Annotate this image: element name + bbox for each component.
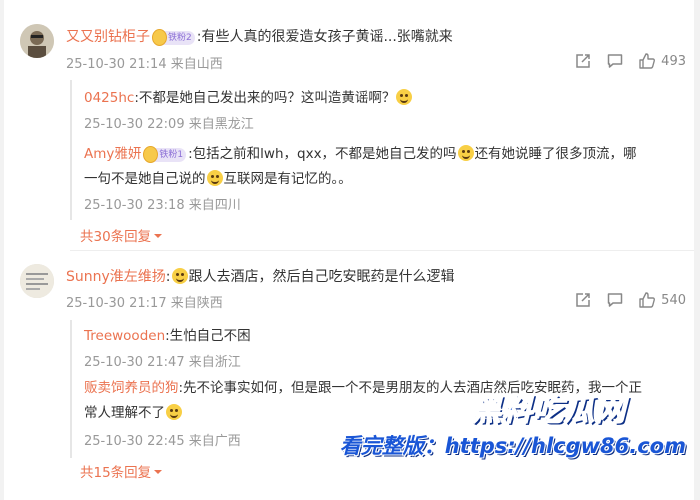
like-button[interactable]: 540 xyxy=(638,291,686,309)
reply-author[interactable]: Treewooden xyxy=(84,328,165,344)
comment-meta: 25-10-30 21:17 来自陕西 xyxy=(66,296,223,311)
laugh-cry-emoji-icon xyxy=(166,404,182,420)
like-button[interactable]: 493 xyxy=(638,52,686,70)
reply-text-line2: 常人理解不了 xyxy=(84,405,165,421)
comment-text: :有些人真的很爱造女孩子黄谣...张嘴就来 xyxy=(196,29,453,45)
comment-button[interactable] xyxy=(606,52,624,70)
avatar[interactable] xyxy=(20,24,54,58)
view-replies-link[interactable]: 共15条回复 xyxy=(80,461,163,481)
reply-text: :生怕自己不困 xyxy=(165,328,251,344)
share-button[interactable] xyxy=(574,52,592,70)
watermark-url: 看完整版：https://hlcgw86.com xyxy=(339,434,686,458)
reply-meta: 25-10-30 23:18 来自四川 xyxy=(84,198,241,213)
reply-1: Treewooden:生怕自己不困 25-10-30 21:47 来自浙江 xyxy=(84,324,684,370)
cat-emoji-icon xyxy=(171,268,188,284)
reply-text-cont: 还有她说睡了很多顶流，哪 xyxy=(474,146,637,162)
comment-list: 又又别钻柜子 铁粉2:有些人真的很爱造女孩子黄谣...张嘴就来 25-10-30 … xyxy=(4,0,694,500)
reply-text-line2: 一句不是她自己说的 xyxy=(84,171,206,187)
view-replies-label: 共30条回复 xyxy=(80,229,152,245)
reply-text-line2-end: 互联网是有记忆的。。 xyxy=(223,171,352,187)
chevron-down-icon xyxy=(154,234,163,238)
avatar-image xyxy=(20,264,54,298)
reply-2: Amy雅妍 铁粉1:包括之前和lwh，qxx，不都是她自己发的吗 还有她说睡了很多顶… xyxy=(84,142,684,213)
comment-icon xyxy=(607,293,623,307)
comment-icon xyxy=(607,54,623,68)
comment-author[interactable]: Sunny淮左维扬 xyxy=(66,269,166,285)
reply-author[interactable]: Amy雅妍 xyxy=(84,146,141,162)
comment-1: 又又别钻柜子 铁粉2:有些人真的很爱造女孩子黄谣...张嘴就来 25-10-30 … xyxy=(4,0,694,250)
like-icon xyxy=(639,53,656,69)
smirk-emoji-icon xyxy=(206,170,223,186)
reply-text: :不都是她自己发出来的吗？这叫造黄谣啊？ xyxy=(134,90,396,106)
view-replies-link[interactable]: 共30条回复 xyxy=(80,225,163,245)
laugh-emoji-icon xyxy=(396,89,413,105)
reply-author[interactable]: 0425hc xyxy=(84,90,134,106)
reply-section: 0425hc:不都是她自己发出来的吗？这叫造黄谣啊？ 25-10-30 22:0… xyxy=(70,80,690,220)
reply-meta: 25-10-30 22:09 来自黑龙江 xyxy=(84,117,254,132)
comment-actions: 493 xyxy=(560,52,686,70)
view-replies-label: 共15条回复 xyxy=(80,465,152,481)
avatar-image xyxy=(20,24,54,58)
like-icon xyxy=(639,292,656,308)
fan-badge: 铁粉2 xyxy=(152,29,195,46)
share-icon xyxy=(576,293,590,307)
fan-badge: 铁粉1 xyxy=(143,146,187,163)
share-icon xyxy=(576,54,590,68)
reply-1: 0425hc:不都是她自己发出来的吗？这叫造黄谣啊？ 25-10-30 22:0… xyxy=(84,86,684,132)
reply-text: :包括之前和lwh，qxx，不都是她自己发的吗 xyxy=(188,146,457,162)
like-count: 493 xyxy=(661,53,686,69)
fan-badge-icon xyxy=(152,29,167,46)
chevron-down-icon xyxy=(154,470,163,474)
comment-author[interactable]: 又又别钻柜子 xyxy=(66,29,150,45)
reply-meta: 25-10-30 21:47 来自浙江 xyxy=(84,355,241,370)
comment-actions: 540 xyxy=(560,291,686,309)
comment-button[interactable] xyxy=(606,291,624,309)
comment-text: 跟人去酒店，然后自己吃安眠药是什么逻辑 xyxy=(188,269,455,285)
watermark-title: 黑料吃瓜网 xyxy=(470,392,626,429)
reply-meta: 25-10-30 22:45 来自广西 xyxy=(84,434,241,449)
comment-2: Sunny淮左维扬: 跟人去酒店，然后自己吃安眠药是什么逻辑 25-10-30 2… xyxy=(4,250,694,500)
reply-author[interactable]: 贩卖饲养员的狗 xyxy=(84,380,179,396)
comment-meta: 25-10-30 21:14 来自山西 xyxy=(66,57,223,72)
like-count: 540 xyxy=(661,292,686,308)
fan-badge-icon xyxy=(143,146,159,163)
grimace-emoji-icon xyxy=(457,145,474,161)
share-button[interactable] xyxy=(574,291,592,309)
avatar[interactable] xyxy=(20,264,54,298)
